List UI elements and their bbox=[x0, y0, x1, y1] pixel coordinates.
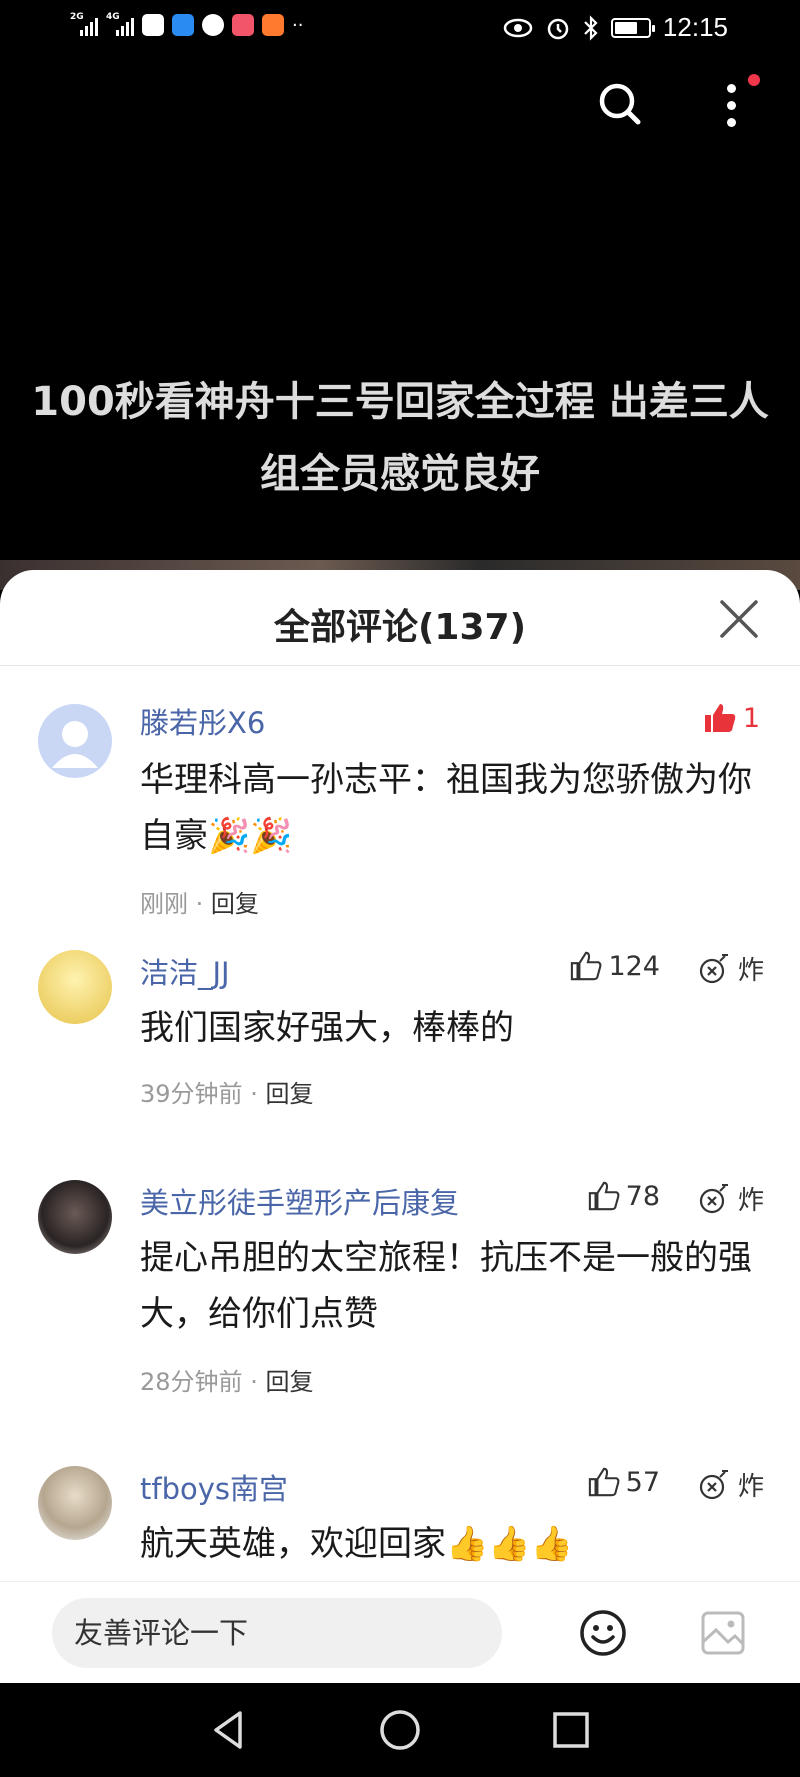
bomb-icon bbox=[699, 1183, 728, 1213]
avatar[interactable] bbox=[38, 950, 112, 1024]
comment-text: 航天英雄，欢迎回家👍👍👍 bbox=[140, 1524, 574, 1564]
comment-item: 美立彤徒手塑形产后康复 78 炸 提心吊胆的太空旅程！抗压不是一般的强大，给你们… bbox=[0, 1180, 800, 1430]
comment-username[interactable]: 美立彤徒手塑形产后康复 bbox=[140, 1180, 459, 1222]
avatar[interactable] bbox=[38, 1180, 112, 1254]
more-options-icon[interactable] bbox=[716, 76, 746, 136]
video-app-icon bbox=[262, 14, 284, 36]
avatar[interactable] bbox=[38, 1466, 112, 1540]
image-icon[interactable] bbox=[700, 1610, 746, 1656]
clock: 12:15 bbox=[662, 12, 728, 42]
reply-link[interactable]: 回复 bbox=[265, 1368, 313, 1396]
reply-link[interactable]: 回复 bbox=[211, 890, 259, 918]
comment-time: 28分钟前 bbox=[140, 1368, 243, 1396]
default-avatar-icon bbox=[52, 721, 98, 768]
more-notifications-icon: ·· bbox=[292, 14, 304, 36]
system-nav-bar bbox=[0, 1683, 800, 1777]
like-count: 124 bbox=[608, 950, 660, 982]
close-icon[interactable] bbox=[718, 598, 760, 640]
home-icon[interactable] bbox=[377, 1707, 423, 1753]
comment-username[interactable]: 洁洁_JJ bbox=[140, 950, 230, 992]
comment-item: tfboys南宫 57 炸 航天英雄，欢迎回家👍👍👍 bbox=[0, 1466, 800, 1586]
like-count: 57 bbox=[625, 1466, 660, 1498]
comment-meta: 刚刚 · 回复 bbox=[140, 890, 259, 918]
thumbs-up-icon bbox=[571, 951, 602, 981]
comment-time: 39分钟前 bbox=[140, 1080, 243, 1108]
comment-time: 刚刚 bbox=[140, 890, 188, 918]
notification-dot bbox=[748, 74, 760, 86]
bomb-button[interactable]: 炸 bbox=[698, 1466, 764, 1503]
signal-strength-4g-icon: 4G bbox=[106, 12, 134, 36]
thumbs-up-filled-icon bbox=[704, 704, 736, 732]
comments-panel: 全部评论(137) 滕若彤X6 1 华理科高一孙志平：祖国我为您骄傲为你自豪🎉🎉… bbox=[0, 570, 800, 1683]
eye-icon bbox=[503, 18, 533, 37]
alarm-icon bbox=[547, 18, 569, 39]
notification-app-icon bbox=[142, 14, 164, 36]
comment-username[interactable]: 滕若彤X6 bbox=[140, 700, 265, 742]
bomb-button[interactable]: 炸 bbox=[698, 950, 764, 987]
battery-icon bbox=[610, 17, 655, 38]
status-bar: 2G 4G ·· 12:15 bbox=[0, 0, 800, 60]
thumbs-up-icon bbox=[588, 1467, 620, 1497]
emoji-icon[interactable] bbox=[578, 1608, 628, 1658]
comment-text: 提心吊胆的太空旅程！抗压不是一般的强大，给你们点赞 bbox=[140, 1238, 752, 1334]
comment-input[interactable]: 友善评论一下 bbox=[52, 1598, 502, 1668]
comment-item: 滕若彤X6 1 华理科高一孙志平：祖国我为您骄傲为你自豪🎉🎉 刚刚 · 回复 bbox=[0, 670, 800, 918]
bluetooth-icon bbox=[584, 14, 598, 41]
comment-text: 我们国家好强大，棒棒的 bbox=[140, 1008, 514, 1048]
like-count: 78 bbox=[625, 1180, 660, 1212]
comment-meta: 39分钟前 · 回复 bbox=[140, 1080, 314, 1108]
avatar[interactable] bbox=[38, 704, 112, 778]
comment-meta: 28分钟前 · 回复 bbox=[140, 1368, 314, 1396]
like-button[interactable]: 124 bbox=[570, 950, 660, 982]
video-title: 100秒看神舟十三号回家全过程 出差三人组全员感觉良好 bbox=[31, 379, 769, 497]
comments-title: 全部评论(137) bbox=[273, 607, 527, 648]
search-icon[interactable] bbox=[596, 80, 644, 128]
signal-strength-icon: 2G bbox=[70, 12, 98, 36]
like-button[interactable]: 78 bbox=[588, 1180, 660, 1212]
comment-text: 华理科高一孙志平：祖国我为您骄傲为你自豪🎉🎉 bbox=[140, 760, 752, 856]
book-app-icon bbox=[232, 14, 254, 36]
like-count: 1 bbox=[742, 702, 760, 734]
bomb-icon bbox=[699, 1469, 728, 1499]
cloud-app-icon bbox=[172, 14, 194, 36]
message-icon bbox=[202, 14, 224, 36]
bomb-button[interactable]: 炸 bbox=[698, 1180, 764, 1217]
like-button[interactable]: 57 bbox=[588, 1466, 660, 1498]
back-icon[interactable] bbox=[206, 1707, 252, 1753]
like-button[interactable]: 1 bbox=[703, 702, 760, 734]
comments-header: 全部评论(137) bbox=[0, 570, 800, 666]
thumbs-up-icon bbox=[588, 1181, 620, 1211]
comment-username[interactable]: tfboys南宫 bbox=[140, 1466, 288, 1508]
comment-item: 洁洁_JJ 124 炸 我们国家好强大，棒棒的 39分钟前 · 回复 bbox=[0, 950, 800, 1150]
comment-input-bar: 友善评论一下 bbox=[0, 1581, 800, 1683]
recent-apps-icon[interactable] bbox=[548, 1707, 594, 1753]
bomb-icon bbox=[699, 953, 728, 983]
reply-link[interactable]: 回复 bbox=[265, 1080, 313, 1108]
